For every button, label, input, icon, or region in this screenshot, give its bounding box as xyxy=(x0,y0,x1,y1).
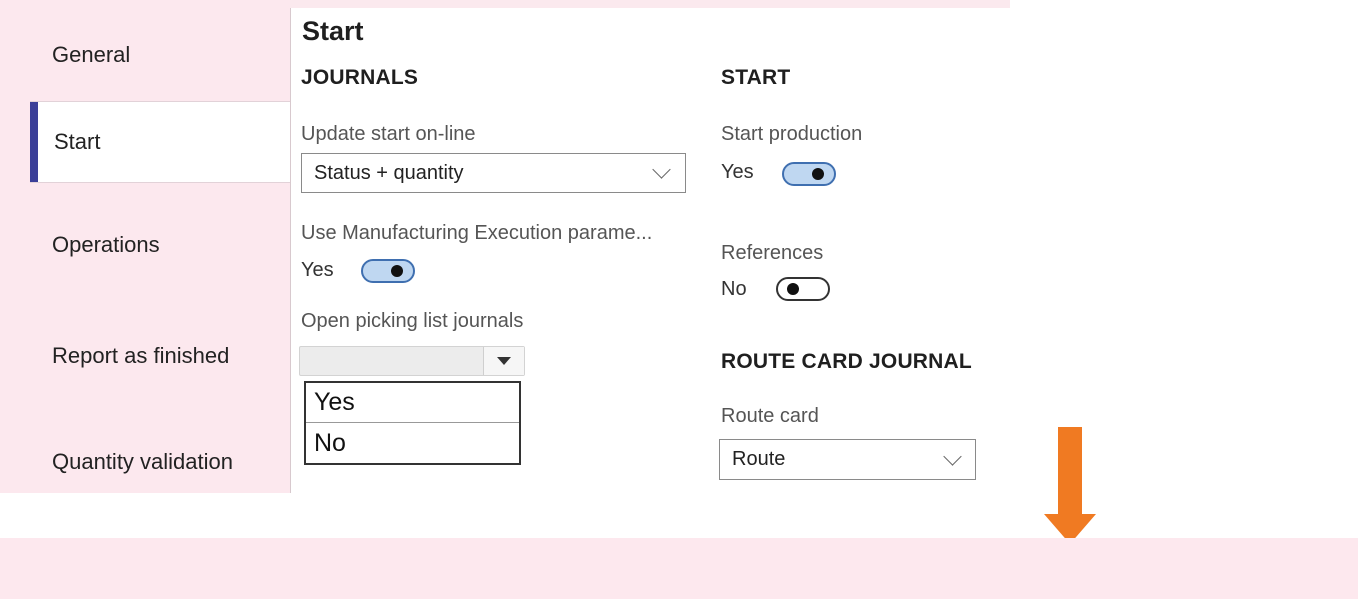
bottom-band xyxy=(0,538,1358,599)
update-start-online-select[interactable]: Status + quantity xyxy=(301,153,686,193)
journals-heading: JOURNALS xyxy=(301,66,419,89)
open-picking-list-label: Open picking list journals xyxy=(301,310,524,332)
option-no[interactable]: No xyxy=(306,423,519,463)
use-mes-params-value: Yes xyxy=(301,259,334,281)
references-value: No xyxy=(721,278,747,300)
use-mes-params-label: Use Manufacturing Execution parame... xyxy=(301,222,653,244)
route-card-value: Route xyxy=(732,448,786,470)
route-card-journal-heading: ROUTE CARD JOURNAL xyxy=(721,350,972,373)
tab-quantity-validation[interactable]: Quantity validation xyxy=(30,412,290,512)
dropdown-triangle-icon xyxy=(497,357,511,365)
option-yes[interactable]: Yes xyxy=(306,383,519,423)
tab-start[interactable]: Start xyxy=(30,102,290,182)
start-production-label: Start production xyxy=(721,123,863,145)
open-picking-list-options: Yes No xyxy=(304,381,521,465)
page-title: Start xyxy=(302,16,364,46)
sidebar-divider xyxy=(290,8,291,493)
route-card-select[interactable]: Route xyxy=(719,439,976,480)
update-start-online-label: Update start on-line xyxy=(301,123,476,145)
sidebar: General Start Operations Report as finis… xyxy=(0,0,290,493)
chevron-down-icon xyxy=(652,160,671,179)
use-mes-params-toggle[interactable] xyxy=(361,259,415,283)
open-picking-list-dropdown-button[interactable] xyxy=(483,347,524,375)
open-picking-list-combo[interactable] xyxy=(299,346,525,376)
toggle-knob xyxy=(787,283,799,295)
toggle-knob xyxy=(391,265,403,277)
route-card-label: Route card xyxy=(721,405,819,427)
references-toggle[interactable] xyxy=(776,277,830,301)
chevron-down-icon xyxy=(943,447,962,466)
update-start-online-value: Status + quantity xyxy=(314,161,464,184)
tab-general[interactable]: General xyxy=(30,8,290,102)
start-production-toggle[interactable] xyxy=(782,162,836,186)
references-label: References xyxy=(721,242,824,264)
toggle-knob xyxy=(812,168,824,180)
tab-report-as-finished[interactable]: Report as finished xyxy=(30,306,290,406)
tab-operations[interactable]: Operations xyxy=(30,182,290,306)
down-arrow-icon xyxy=(1058,427,1082,517)
start-production-value: Yes xyxy=(721,161,754,183)
start-heading: START xyxy=(721,66,791,89)
